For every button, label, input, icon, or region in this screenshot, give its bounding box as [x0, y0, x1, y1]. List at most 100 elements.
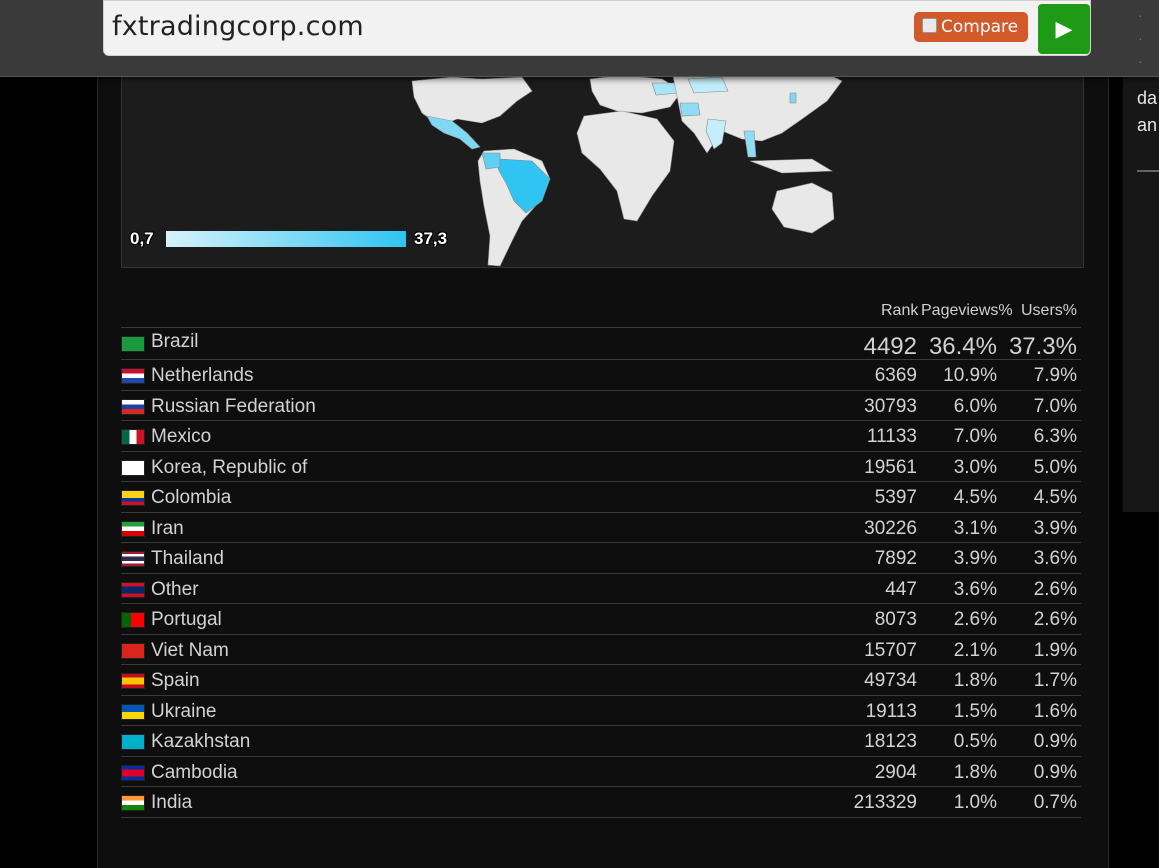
country-name[interactable]: Other [151, 579, 199, 601]
country-name[interactable]: Kazakhstan [151, 731, 250, 753]
right-text-line: da [1137, 88, 1158, 108]
users-value: 1.6% [1033, 700, 1077, 722]
table-row[interactable]: Thailand 7892 3.9% 3.6% [121, 543, 1081, 574]
pageviews-value: 10.9% [943, 365, 997, 386]
rank-value: 30226 [864, 517, 917, 539]
right-bullets: · · · [1138, 4, 1143, 73]
pageviews-value: 6.0% [953, 395, 997, 417]
table-row[interactable]: Viet Nam 15707 2.1% 1.9% [121, 635, 1081, 665]
rank-value: 19113 [865, 700, 917, 722]
table-row[interactable]: Portugal 8073 2.6% 2.6% [121, 604, 1081, 635]
ukraine-shape [651, 82, 679, 96]
pageviews-value: 3.6% [953, 578, 997, 600]
country-name[interactable]: Korea, Republic of [151, 457, 307, 479]
country-name[interactable]: Cambodia [151, 762, 238, 784]
africa-shape [576, 110, 675, 222]
table-row[interactable]: Netherlands 6369 10.9% 7.9% [121, 360, 1081, 391]
compare-checkbox[interactable] [922, 18, 937, 33]
table-row[interactable]: Cambodia 2904 1.8% 0.9% [121, 757, 1081, 787]
users-value: 5.0% [1033, 456, 1077, 478]
country-name[interactable]: Iran [151, 518, 184, 540]
table-row[interactable]: Brazil 4492 36.4% 37.3% [121, 328, 1081, 360]
table-row[interactable]: Kazakhstan 18123 0.5% 0.9% [121, 726, 1081, 757]
ukraine-flag-icon [121, 703, 145, 720]
pageviews-value: 3.1% [953, 517, 997, 539]
rank-value: 8073 [874, 609, 917, 630]
rank-value: 4492 [863, 333, 917, 360]
country-name[interactable]: Portugal [151, 609, 222, 631]
country-name[interactable]: Russian Federation [151, 396, 316, 418]
users-value: 37.3% [1008, 333, 1077, 360]
table-row[interactable]: Korea, Republic of 19561 3.0% 5.0% [121, 452, 1081, 482]
header-rank: Rank [881, 302, 919, 319]
country-name[interactable]: Thailand [151, 548, 224, 570]
header-users: Users% [1020, 302, 1077, 319]
users-value: 4.5% [1033, 487, 1077, 508]
table-row[interactable]: Other 447 3.6% 2.6% [121, 574, 1081, 604]
pageviews-value: 1.8% [953, 670, 997, 691]
users-value: 6.3% [1033, 426, 1077, 447]
other-flag-icon [121, 581, 145, 598]
url-text[interactable]: fxtradingcorp.com [112, 11, 364, 42]
play-icon: ▶ [1055, 16, 1073, 41]
table-row[interactable]: Iran 30226 3.1% 3.9% [121, 513, 1081, 543]
country-name[interactable]: Netherlands [151, 365, 253, 387]
rank-value: 7892 [874, 548, 917, 569]
rank-value: 447 [885, 578, 917, 600]
users-value: 1.9% [1033, 639, 1077, 661]
pageviews-value: 1.8% [953, 761, 997, 783]
users-value: 7.9% [1033, 365, 1077, 386]
go-button[interactable]: ▶ [1038, 4, 1090, 54]
table-row[interactable]: Spain 49734 1.8% 1.7% [121, 665, 1081, 696]
users-value: 0.9% [1033, 761, 1077, 783]
users-value: 2.6% [1033, 578, 1077, 600]
country-name[interactable]: Brazil [151, 331, 199, 353]
pageviews-value: 36.4% [928, 333, 997, 360]
country-name[interactable]: India [151, 792, 192, 814]
pageviews-value: 1.5% [953, 700, 997, 722]
country-name[interactable]: Viet Nam [151, 640, 229, 662]
country-name[interactable]: Ukraine [151, 701, 216, 723]
users-value: 3.9% [1033, 517, 1077, 539]
users-value: 0.7% [1033, 792, 1077, 813]
country-name[interactable]: Mexico [151, 426, 211, 448]
portugal-flag-icon [121, 612, 145, 628]
header-pageviews: Pageviews% [921, 302, 1013, 319]
right-side-panel [1123, 76, 1159, 512]
compare-label: Compare [941, 17, 1019, 37]
korea-shape [789, 92, 797, 104]
pageviews-value: 3.9% [953, 548, 997, 569]
iran-shape [679, 102, 701, 117]
kazakhstan-shape [687, 76, 729, 94]
rank-value: 19561 [864, 456, 917, 478]
right-divider [1137, 170, 1159, 172]
rank-value: 30793 [864, 395, 917, 417]
users-value: 1.7% [1033, 670, 1077, 691]
rank-value: 2904 [874, 761, 917, 783]
rank-value: 18123 [864, 731, 917, 752]
compare-button[interactable]: Compare [914, 12, 1028, 42]
right-text-line: an [1137, 115, 1158, 135]
table-row[interactable]: Ukraine 19113 1.5% 1.6% [121, 696, 1081, 726]
url-input[interactable]: fxtradingcorp.com Compare ▶ [103, 0, 1091, 56]
country-name[interactable]: Colombia [151, 487, 231, 509]
table-row[interactable]: Mexico 11133 7.0% 6.3% [121, 421, 1081, 452]
legend-gradient-bar [166, 231, 406, 247]
colombia-flag-icon [121, 490, 145, 506]
table-row[interactable]: India 213329 1.0% 0.7% [121, 787, 1081, 818]
thailand-shape [743, 130, 757, 158]
country-name[interactable]: Spain [151, 670, 200, 692]
kazakhstan-flag-icon [121, 734, 145, 750]
rank-value: 6369 [874, 365, 917, 386]
table-header: Rank Pageviews% Users% [121, 296, 1081, 328]
pageviews-value: 2.6% [953, 609, 997, 630]
country-table: Rank Pageviews% Users% Brazil 4492 36.4% 37… [121, 296, 1081, 818]
table-row[interactable]: Russian Federation 30793 6.0% 7.0% [121, 391, 1081, 421]
bullet: · [1138, 53, 1143, 69]
pageviews-value: 2.1% [953, 639, 997, 661]
users-value: 7.0% [1033, 395, 1077, 417]
iran-flag-icon [121, 520, 145, 537]
table-row[interactable]: Colombia 5397 4.5% 4.5% [121, 482, 1081, 513]
mexico-flag-icon [121, 429, 145, 445]
rank-value: 5397 [874, 487, 917, 508]
